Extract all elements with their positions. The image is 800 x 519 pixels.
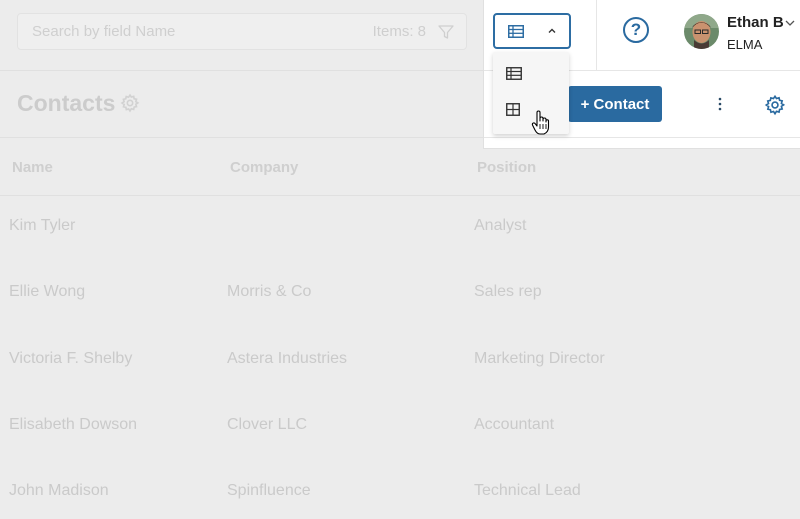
items-count: Items: 8: [372, 23, 426, 40]
cell-company: Clover LLC: [227, 416, 308, 433]
chevron-up-icon: [548, 28, 556, 33]
user-photo: [684, 14, 719, 49]
cell-name: Victoria F. Shelby: [9, 350, 133, 367]
cell-position: Accountant: [474, 416, 555, 433]
toolbar-separator: [596, 0, 597, 70]
cell-position: Sales rep: [474, 283, 542, 300]
avatar[interactable]: [684, 14, 719, 49]
grid-view-icon: [506, 102, 520, 116]
toolbar-bottom-divider: [484, 137, 800, 138]
cell-position: Technical Lead: [474, 482, 581, 499]
search-input[interactable]: Search by field Name: [32, 23, 373, 40]
cell-company: Spinfluence: [227, 482, 311, 499]
view-option-list[interactable]: [493, 56, 569, 90]
column-header-position[interactable]: Position: [477, 159, 536, 176]
page-title: Contacts: [17, 90, 116, 116]
help-button[interactable]: ?: [623, 17, 649, 43]
view-mode-select[interactable]: [493, 13, 571, 49]
table-header-divider: [0, 195, 800, 196]
cell-company: Astera Industries: [227, 350, 348, 367]
page-settings-icon[interactable]: [120, 93, 140, 113]
hand-cursor-icon: [531, 110, 550, 135]
chevron-down-icon[interactable]: [784, 17, 796, 29]
search-bar[interactable]: Search by field Name Items: 8: [17, 13, 467, 50]
cell-position: Marketing Director: [474, 350, 605, 367]
list-view-icon: [508, 24, 524, 38]
add-contact-button[interactable]: + Contact: [568, 86, 662, 122]
cell-name: John Madison: [9, 482, 109, 499]
cell-name: Kim Tyler: [9, 217, 76, 234]
cell-name: Elisabeth Dowson: [9, 416, 138, 433]
vertical-dots-icon[interactable]: [715, 96, 725, 112]
cell-name: Ellie Wong: [9, 283, 86, 300]
column-header-name[interactable]: Name: [12, 159, 53, 176]
user-org: ELMA: [727, 37, 763, 52]
list-view-icon: [506, 66, 522, 80]
filter-icon[interactable]: [438, 24, 454, 40]
cell-company: Morris & Co: [227, 283, 312, 300]
column-header-company[interactable]: Company: [230, 159, 298, 176]
gear-icon[interactable]: [764, 94, 786, 116]
user-name[interactable]: Ethan B: [727, 14, 784, 31]
cell-position: Analyst: [474, 217, 527, 234]
